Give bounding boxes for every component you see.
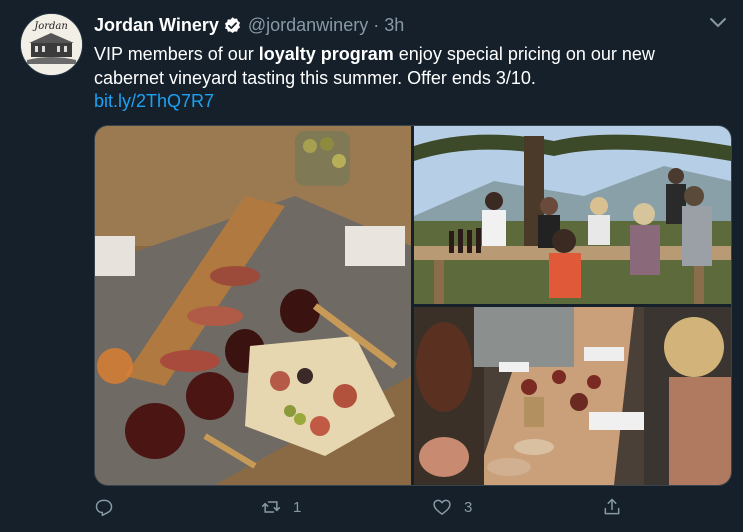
- media-grid: [94, 125, 732, 486]
- tweet-card[interactable]: Jordan Jordan Winery @jordanwinery · 3h …: [0, 0, 743, 532]
- like-count: 3: [464, 498, 473, 516]
- author-name[interactable]: Jordan Winery: [94, 15, 219, 36]
- logo-text: Jordan: [32, 21, 68, 32]
- separator-dot: ·: [373, 14, 380, 35]
- tweet-link[interactable]: bit.ly/2ThQ7R7: [94, 91, 214, 112]
- long-table-tasting-photo[interactable]: [414, 307, 731, 485]
- share-button[interactable]: [602, 497, 622, 517]
- heart-icon: [433, 499, 451, 515]
- avatar[interactable]: Jordan: [20, 13, 83, 76]
- author-handle[interactable]: @jordanwinery: [248, 15, 368, 36]
- tweet-header: Jordan Winery @jordanwinery · 3h: [94, 14, 404, 36]
- outdoor-vineyard-tasting-photo[interactable]: [414, 126, 731, 304]
- verified-badge-icon: [224, 16, 240, 33]
- retweet-count: 1: [293, 498, 302, 516]
- retweet-button[interactable]: 1: [261, 497, 301, 517]
- share-icon: [604, 498, 620, 515]
- tweet-actions: 1 3: [94, 497, 734, 521]
- reply-icon: [95, 499, 113, 517]
- tweet-text: VIP members of our loyalty program enjoy…: [94, 42, 714, 90]
- loyalty-program-text: loyalty program: [258, 44, 394, 64]
- chevron-down-icon[interactable]: [709, 16, 727, 30]
- winery-logo-icon: Jordan: [21, 14, 82, 75]
- retweet-icon: [261, 501, 281, 513]
- tweet-text-part: VIP members of our: [94, 44, 259, 64]
- reply-button[interactable]: [94, 497, 126, 517]
- like-button[interactable]: 3: [432, 497, 472, 517]
- tweet-timestamp[interactable]: 3h: [384, 15, 404, 36]
- charcuterie-board-wine-glasses-photo[interactable]: [95, 126, 411, 485]
